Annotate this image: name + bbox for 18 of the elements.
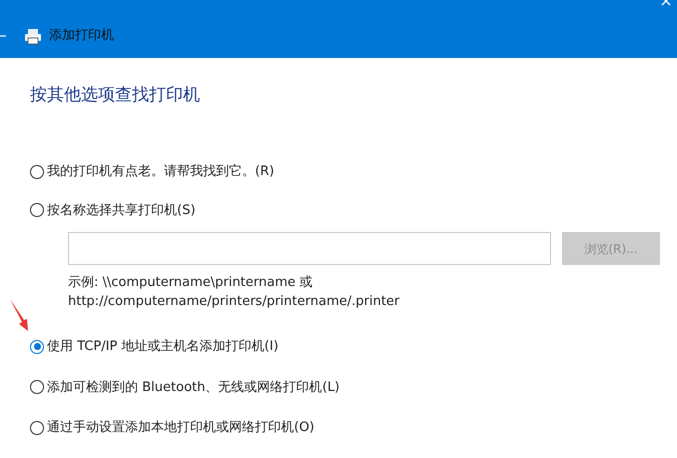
example-text: 示例: \\computername\printername 或 — [68, 274, 314, 292]
annotation-arrow-icon — [9, 298, 29, 332]
option-label: 使用 TCP/IP 地址或主机名添加打印机(I) — [47, 338, 278, 356]
option-label: 通过手动设置添加本地打印机或网络打印机(O) — [47, 419, 314, 437]
radio-button[interactable] — [30, 420, 44, 435]
option-label: 按名称选择共享打印机(S) — [47, 202, 196, 220]
option-label: 添加可检测到的 Bluetooth、无线或网络打印机(L) — [47, 378, 340, 396]
close-icon[interactable] — [661, 0, 671, 7]
radio-button[interactable] — [30, 380, 44, 394]
radio-button[interactable] — [30, 164, 44, 179]
example-text: http://computername/printers/printername/.printer — [68, 293, 401, 311]
radio-button[interactable] — [30, 340, 44, 354]
printer-name-field[interactable] — [68, 232, 551, 265]
option-label: 我的打印机有点老。请帮我找到它。(R) — [47, 163, 274, 181]
printer-icon — [24, 28, 42, 45]
window-title: 添加打印机 — [49, 26, 114, 44]
radio-button[interactable] — [30, 203, 44, 218]
page-heading: 按其他选项查找打印机 — [30, 84, 201, 106]
